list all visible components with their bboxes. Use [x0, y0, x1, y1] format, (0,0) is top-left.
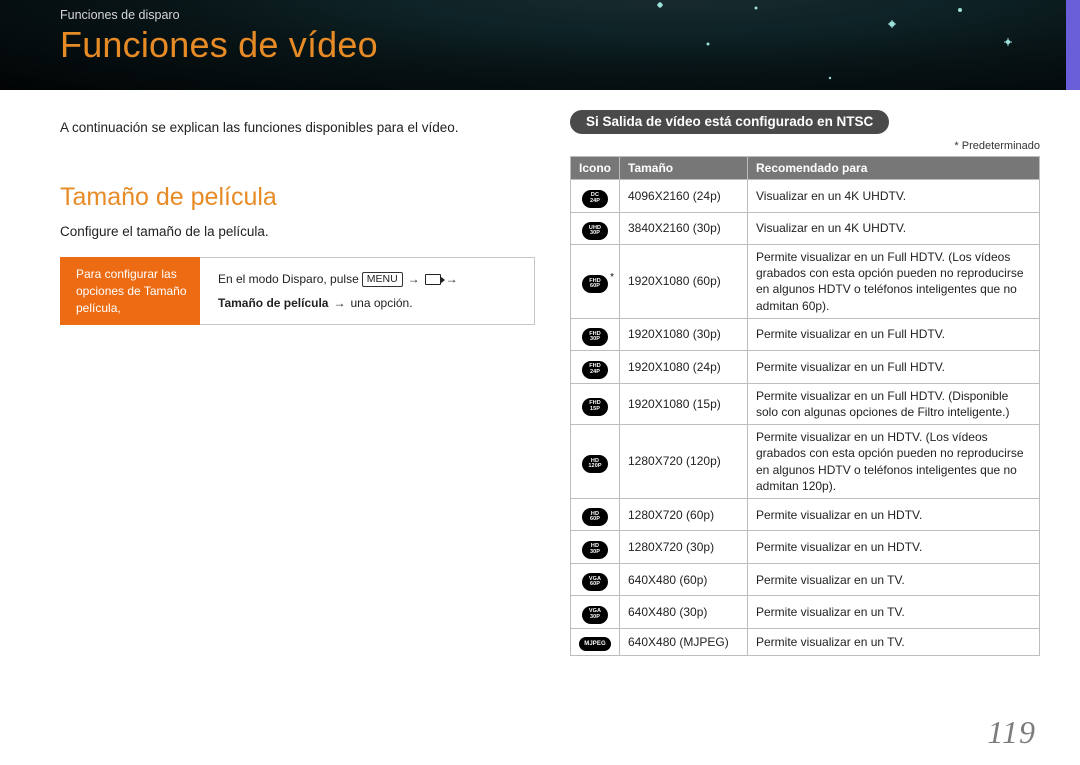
icon-cell: HD120P	[571, 425, 620, 499]
rec-cell: Permite visualizar en un TV.	[748, 628, 1040, 655]
format-icon: FHD30P	[582, 328, 608, 346]
icon-cell: DC24P	[571, 180, 620, 213]
icon-cell: FHD60P*	[571, 245, 620, 319]
th-rec: Recomendado para	[748, 157, 1040, 180]
size-cell: 1920X1080 (15p)	[620, 383, 748, 424]
right-column: Si Salida de vídeo está configurado en N…	[570, 110, 1040, 656]
rec-cell: Permite visualizar en un TV.	[748, 596, 1040, 629]
table-row: HD30P 1280X720 (30p)Permite visualizar en…	[571, 531, 1040, 564]
format-icon: MJPEG	[579, 637, 611, 651]
size-cell: 640X480 (MJPEG)	[620, 628, 748, 655]
table-row: DC24P 4096X2160 (24p)Visualizar en un 4K …	[571, 180, 1040, 213]
format-icon: HD30P	[582, 541, 608, 559]
manual-page: Funciones de disparo Funciones de vídeo …	[0, 0, 1080, 765]
icon-cell: UHD30P	[571, 212, 620, 245]
arrow-icon: →	[444, 271, 460, 288]
format-icon: HD120P	[582, 455, 608, 473]
icon-cell: HD60P	[571, 498, 620, 531]
format-icon: FHD60P	[582, 275, 608, 293]
table-row: MJPEG 640X480 (MJPEG)Permite visualizar e…	[571, 628, 1040, 655]
rec-cell: Permite visualizar en un HDTV.	[748, 531, 1040, 564]
table-row: UHD30P 3840X2160 (30p)Visualizar en un 4K…	[571, 212, 1040, 245]
rec-cell: Permite visualizar en un Full HDTV.	[748, 351, 1040, 384]
rec-cell: Permite visualizar en un Full HDTV. (Dis…	[748, 383, 1040, 424]
instr-bold-1: Tamaño de película	[218, 295, 328, 312]
rec-cell: Visualizar en un 4K UHDTV.	[748, 180, 1040, 213]
format-icon: UHD30P	[582, 222, 608, 240]
size-cell: 1920X1080 (24p)	[620, 351, 748, 384]
size-cell: 1920X1080 (60p)	[620, 245, 748, 319]
section-heading: Tamaño de película	[60, 183, 535, 212]
rec-cell: Permite visualizar en un Full HDTV.	[748, 318, 1040, 351]
format-icon: VGA30P	[582, 606, 608, 624]
rec-cell: Permite visualizar en un Full HDTV. (Los…	[748, 245, 1040, 319]
table-row: FHD24P 1920X1080 (24p)Permite visualizar …	[571, 351, 1040, 384]
table-row: VGA30P 640X480 (30p)Permite visualizar en…	[571, 596, 1040, 629]
config-pill: Si Salida de vídeo está configurado en N…	[570, 110, 889, 134]
size-cell: 1920X1080 (30p)	[620, 318, 748, 351]
table-row: FHD60P*1920X1080 (60p)Permite visualizar…	[571, 245, 1040, 319]
table-row: FHD15P 1920X1080 (15p)Permite visualizar …	[571, 383, 1040, 424]
icon-cell: FHD15P	[571, 383, 620, 424]
instruction-label: Para configurar las opciones de Tamaño p…	[60, 257, 200, 325]
icon-cell: VGA30P	[571, 596, 620, 629]
size-cell: 640X480 (60p)	[620, 563, 748, 596]
table-row: VGA60P 640X480 (60p)Permite visualizar en…	[571, 563, 1040, 596]
size-cell: 1280X720 (60p)	[620, 498, 748, 531]
section-subtext: Configure el tamaño de la película.	[60, 224, 535, 239]
th-icon: Icono	[571, 157, 620, 180]
rec-cell: Permite visualizar en un TV.	[748, 563, 1040, 596]
instruction-body: En el modo Disparo, pulse MENU → → Tamañ…	[200, 257, 535, 325]
camera-icon	[425, 274, 441, 285]
intro-text: A continuación se explican las funciones…	[60, 120, 535, 135]
size-cell: 4096X2160 (24p)	[620, 180, 748, 213]
size-cell: 1280X720 (120p)	[620, 425, 748, 499]
spec-table: Icono Tamaño Recomendado para DC24P 4096X…	[570, 156, 1040, 656]
format-icon: DC24P	[582, 190, 608, 208]
instr-bold-2: una opción.	[350, 295, 412, 312]
default-star: *	[610, 271, 614, 285]
format-icon: VGA60P	[582, 573, 608, 591]
instr-pre: En el modo Disparo, pulse	[218, 271, 359, 288]
size-cell: 640X480 (30p)	[620, 596, 748, 629]
instruction-box: Para configurar las opciones de Tamaño p…	[60, 257, 535, 325]
menu-button-icon: MENU	[362, 272, 403, 287]
icon-cell: FHD24P	[571, 351, 620, 384]
th-size: Tamaño	[620, 157, 748, 180]
rec-cell: Permite visualizar en un HDTV. (Los víde…	[748, 425, 1040, 499]
page-title: Funciones de vídeo	[60, 24, 1080, 66]
icon-cell: MJPEG	[571, 628, 620, 655]
page-content: A continuación se explican las funciones…	[60, 110, 1040, 735]
table-row: HD60P 1280X720 (60p)Permite visualizar en…	[571, 498, 1040, 531]
page-number: 119	[987, 714, 1036, 751]
breadcrumb: Funciones de disparo	[60, 8, 1080, 22]
top-banner: Funciones de disparo Funciones de vídeo	[0, 0, 1080, 90]
default-note: * Predeterminado	[570, 140, 1040, 152]
icon-cell: HD30P	[571, 531, 620, 564]
size-cell: 1280X720 (30p)	[620, 531, 748, 564]
format-icon: FHD15P	[582, 398, 608, 416]
rec-cell: Visualizar en un 4K UHDTV.	[748, 212, 1040, 245]
size-cell: 3840X2160 (30p)	[620, 212, 748, 245]
arrow-icon: →	[406, 271, 422, 288]
format-icon: HD60P	[582, 508, 608, 526]
table-row: HD120P 1280X720 (120p)Permite visualizar …	[571, 425, 1040, 499]
left-column: A continuación se explican las funciones…	[60, 110, 535, 325]
icon-cell: FHD30P	[571, 318, 620, 351]
table-row: FHD30P 1920X1080 (30p)Permite visualizar …	[571, 318, 1040, 351]
arrow-icon: →	[331, 295, 347, 312]
icon-cell: VGA60P	[571, 563, 620, 596]
rec-cell: Permite visualizar en un HDTV.	[748, 498, 1040, 531]
format-icon: FHD24P	[582, 361, 608, 379]
